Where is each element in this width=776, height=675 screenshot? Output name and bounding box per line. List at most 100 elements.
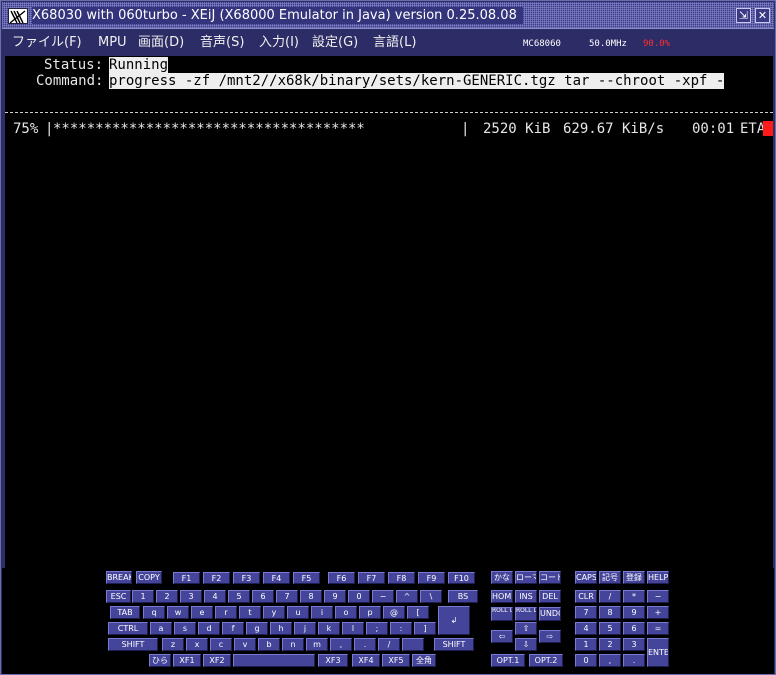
key-minus[interactable]: − [372,590,394,603]
key-t[interactable]: t [239,606,261,619]
key-n1[interactable]: 1 [575,638,597,651]
key-period[interactable]: . [354,638,376,651]
key-n4[interactable]: 4 [575,622,597,635]
close-window-icon[interactable]: ✕ [755,8,770,23]
key-e[interactable]: e [191,606,213,619]
key-k6[interactable]: 6 [252,590,274,603]
key-o[interactable]: o [335,606,357,619]
key-left[interactable]: ⇦ [491,630,513,643]
key-nminus[interactable]: − [647,590,669,603]
key-down[interactable]: ⇩ [515,638,537,651]
menu-language[interactable]: 言語(L) [373,35,416,51]
key-xf4[interactable]: XF4 [352,654,380,667]
key-up[interactable]: ⇧ [515,622,537,635]
key-v[interactable]: v [234,638,256,651]
key-tab[interactable]: TAB [110,606,140,619]
key-colon[interactable]: : [390,622,412,635]
key-f1[interactable]: F1 [173,572,200,584]
key-copy[interactable]: COPY [136,571,162,584]
key-u[interactable]: u [287,606,309,619]
key-k7[interactable]: 7 [276,590,298,603]
menu-mpu[interactable]: MPU [98,35,127,51]
key-rollup[interactable]: ROLL UP [491,607,513,621]
key-k[interactable]: k [318,622,340,635]
key-semi[interactable]: ; [366,622,388,635]
key-n7[interactable]: 7 [575,606,597,619]
key-f8[interactable]: F8 [388,572,415,584]
key-space[interactable] [233,654,315,667]
key-caps[interactable]: CAPS [575,571,597,584]
key-k5[interactable]: 5 [228,590,250,603]
key-nperiod[interactable]: . [623,654,645,667]
key-xf5[interactable]: XF5 [382,654,410,667]
key-neq[interactable]: = [647,622,669,635]
key-nstar[interactable]: * [623,590,645,603]
key-s[interactable]: s [174,622,196,635]
key-lshift[interactable]: SHIFT [108,638,158,651]
key-ins[interactable]: INS [515,590,537,603]
key-d[interactable]: d [198,622,220,635]
key-opt1[interactable]: OPT.1 [491,654,525,667]
menu-display[interactable]: 画面(D) [138,35,184,51]
key-l[interactable]: l [342,622,364,635]
key-ret[interactable]: ↲ [438,606,470,635]
key-home[interactable]: HOME [491,590,513,603]
menu-settings[interactable]: 設定(G) [312,35,358,51]
key-esc[interactable]: ESC [106,590,131,603]
key-n0[interactable]: 0 [575,654,597,667]
key-hira[interactable]: ひら [149,654,171,667]
key-nplus[interactable]: + [647,606,669,619]
key-comma[interactable]: , [330,638,352,651]
key-h[interactable]: h [270,622,292,635]
key-n9[interactable]: 9 [623,606,645,619]
key-f4[interactable]: F4 [263,572,290,584]
key-b[interactable]: b [258,638,280,651]
key-underscore[interactable] [402,638,424,651]
key-n5[interactable]: 5 [599,622,621,635]
key-bs[interactable]: BS [448,590,478,603]
key-undo[interactable]: UNDO [539,607,561,621]
key-kana[interactable]: かな [491,571,513,584]
key-ncomma[interactable]: , [599,654,621,667]
key-n[interactable]: n [282,638,304,651]
key-k4[interactable]: 4 [204,590,226,603]
key-c[interactable]: c [210,638,232,651]
key-k3[interactable]: 3 [180,590,202,603]
key-rolldown[interactable]: ROLL DOWN [515,607,537,621]
menu-sound[interactable]: 音声(S) [200,35,244,51]
key-z[interactable]: z [162,638,184,651]
key-n3[interactable]: 3 [623,638,645,651]
key-f6[interactable]: F6 [328,572,355,584]
key-nslash[interactable]: / [599,590,621,603]
menu-input[interactable]: 入力(I) [259,35,299,51]
key-p[interactable]: p [359,606,381,619]
key-a[interactable]: a [150,622,172,635]
key-opt2[interactable]: OPT.2 [529,654,563,667]
key-romaji[interactable]: ローマ [515,571,537,584]
key-toroku[interactable]: 登録 [623,571,645,584]
menu-file[interactable]: ファイル(F) [12,35,82,51]
key-k0[interactable]: 0 [348,590,370,603]
key-n2[interactable]: 2 [599,638,621,651]
key-kigo[interactable]: 記号 [599,571,621,584]
key-f[interactable]: f [222,622,244,635]
key-at[interactable]: @ [383,606,405,619]
key-right[interactable]: ⇨ [539,630,561,643]
key-code[interactable]: コード [539,571,561,584]
key-x[interactable]: x [186,638,208,651]
key-slash[interactable]: / [378,638,400,651]
emulator-screen[interactable]: Status: Running Command: progress -zf /m… [5,56,773,568]
key-f3[interactable]: F3 [233,572,260,584]
key-break[interactable]: BREAK [106,571,132,584]
key-enter[interactable]: ENTER [647,638,669,667]
key-f2[interactable]: F2 [203,572,230,584]
key-k9[interactable]: 9 [324,590,346,603]
key-y[interactable]: y [263,606,285,619]
key-xf3[interactable]: XF3 [318,654,348,667]
key-k1[interactable]: 1 [132,590,154,603]
key-n6[interactable]: 6 [623,622,645,635]
key-clr[interactable]: CLR [575,590,597,603]
key-xf2[interactable]: XF2 [203,654,231,667]
key-yen[interactable]: \ [420,590,442,603]
key-w[interactable]: w [167,606,189,619]
